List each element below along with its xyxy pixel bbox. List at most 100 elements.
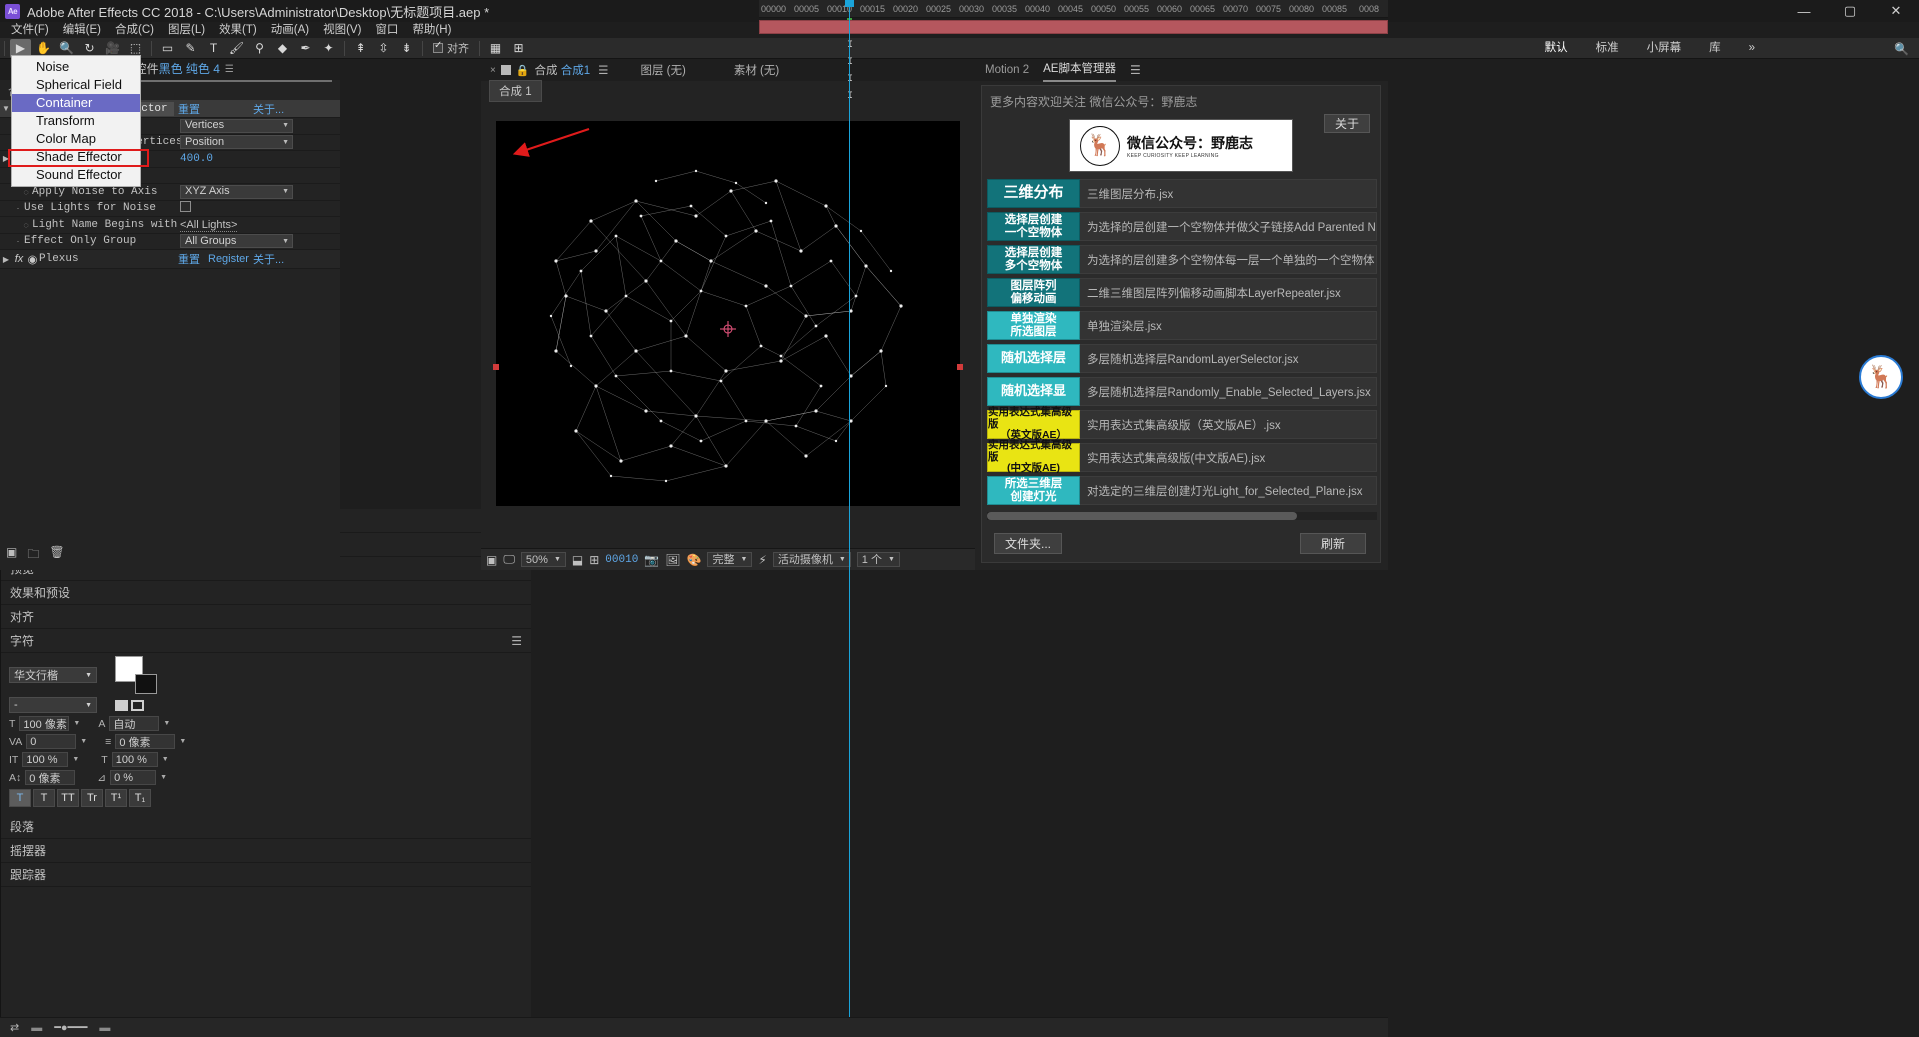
comp-subtab[interactable]: 合成 1: [489, 80, 542, 102]
font-size-field[interactable]: 100 像素: [19, 716, 70, 731]
leading-field[interactable]: 自动: [109, 716, 160, 731]
zoom-level-select[interactable]: 50% ▼: [520, 552, 566, 567]
stroke-color-swatch[interactable]: [135, 674, 157, 694]
chevron-down-icon[interactable]: ▼: [163, 720, 170, 727]
tracking-field[interactable]: 0 像素: [115, 734, 176, 749]
timeline-time-grid[interactable]: 00000 00005 00010 00015 00020 00025 0003…: [759, 0, 1388, 1037]
light-name-value[interactable]: <All Lights>: [180, 218, 238, 232]
panel-menu-icon[interactable]: ☰: [511, 634, 522, 648]
keyframe-marker[interactable]: I: [847, 57, 853, 68]
comp-toggle-transparency-icon[interactable]: ▣: [486, 553, 497, 567]
workspace-small-screen[interactable]: 小屏幕: [1633, 38, 1696, 59]
eraser-tool-icon[interactable]: ◆: [272, 39, 293, 58]
menu-item-shade-effector[interactable]: Shade Effector: [12, 148, 140, 166]
close-button[interactable]: ✕: [1873, 0, 1919, 22]
search-help-icon[interactable]: 🔍: [1894, 42, 1909, 56]
style-button-all-caps[interactable]: TT: [57, 789, 79, 807]
workspace-overflow-icon[interactable]: »: [1735, 38, 1769, 59]
vertical-scale-field[interactable]: 100 %: [22, 752, 69, 767]
tab-composition[interactable]: 合成 合成1: [535, 62, 591, 78]
comp-monitor-icon[interactable]: 🖵: [503, 552, 515, 567]
menu-view[interactable]: 视图(V): [316, 22, 368, 38]
comp-show-snapshot-icon[interactable]: 🖼: [665, 553, 680, 567]
effect-header-row-plexus[interactable]: ▶ fx ◉ Plexus 重置 Register 关于...: [0, 250, 340, 269]
style-button-subscript[interactable]: T₁: [129, 789, 151, 807]
kerning-field[interactable]: 0: [26, 734, 77, 749]
section-paragraph[interactable]: 段落: [1, 815, 531, 839]
quality-select[interactable]: 完整 ▼: [707, 552, 753, 567]
chevron-down-icon[interactable]: ▼: [162, 756, 169, 763]
playhead-handle[interactable]: [845, 0, 854, 7]
chevron-down-icon[interactable]: ▼: [80, 738, 87, 745]
snapping-toggle[interactable]: 对齐: [427, 40, 475, 56]
layer-duration-bar[interactable]: [759, 20, 1388, 34]
current-time-display[interactable]: 00010: [605, 554, 638, 566]
workspace-default[interactable]: 默认: [1531, 38, 1582, 59]
effector-effects-select[interactable]: Vertices ▼: [180, 118, 293, 133]
menu-item-transform[interactable]: Transform: [12, 112, 140, 130]
delete-icon[interactable]: 🗑: [49, 545, 64, 566]
workspace-library[interactable]: 库: [1695, 38, 1735, 59]
snapping-checkbox[interactable]: [433, 40, 443, 53]
minimize-button[interactable]: —: [1781, 0, 1827, 22]
section-effects-presets[interactable]: 效果和预设: [1, 581, 531, 605]
menu-composition[interactable]: 合成(C): [108, 22, 161, 38]
style-button-superscript[interactable]: T¹: [105, 789, 127, 807]
lock-icon[interactable]: 🔒: [516, 64, 530, 77]
close-icon[interactable]: ×: [481, 65, 501, 76]
menu-window[interactable]: 窗口: [368, 22, 405, 38]
comp-channel-icon[interactable]: 🎨: [687, 553, 702, 567]
menu-help[interactable]: 帮助(H): [405, 22, 458, 38]
align-middle-icon[interactable]: ⇳: [373, 39, 394, 58]
menu-effect[interactable]: 效果(T): [212, 22, 264, 38]
effect-reset-link[interactable]: 重置: [178, 251, 200, 267]
menu-item-container[interactable]: Container: [12, 94, 140, 112]
new-comp-icon[interactable]: ▣: [6, 545, 17, 566]
stopwatch-icon[interactable]: ◌: [20, 220, 32, 230]
clone-stamp-tool-icon[interactable]: ⚲: [249, 39, 270, 58]
menu-file[interactable]: 文件(F): [4, 22, 56, 38]
tsume-field[interactable]: 0 %: [110, 770, 157, 785]
zoom-in-icon[interactable]: ▬: [99, 1022, 110, 1034]
effect-about-link[interactable]: 关于...: [253, 251, 284, 267]
toggle-switches-modes-icon[interactable]: ⇄: [10, 1021, 19, 1034]
guides-icon[interactable]: ⊞: [508, 39, 529, 58]
menu-item-color-map[interactable]: Color Map: [12, 130, 140, 148]
keyframe-marker[interactable]: I: [847, 40, 853, 51]
noise-amplitude-value[interactable]: 400.0: [180, 153, 213, 165]
style-button-faux-bold[interactable]: T: [9, 789, 31, 807]
pen-tool-icon[interactable]: ✎: [180, 39, 201, 58]
section-tracker[interactable]: 跟踪器: [1, 863, 531, 887]
zoom-out-icon[interactable]: ▬: [31, 1022, 42, 1034]
style-button-faux-italic[interactable]: T: [33, 789, 55, 807]
horizontal-scale-field[interactable]: 100 %: [111, 752, 158, 767]
panel-menu-icon[interactable]: ☰: [220, 64, 239, 75]
keyframe-marker[interactable]: I: [847, 91, 853, 102]
comp-handle-left[interactable]: [493, 364, 499, 370]
maximize-button[interactable]: ▢: [1827, 0, 1873, 22]
text-color-swatches[interactable]: [115, 656, 157, 694]
menu-layer[interactable]: 图层(L): [161, 22, 212, 38]
puppet-pin-tool-icon[interactable]: ✦: [318, 39, 339, 58]
menu-animation[interactable]: 动画(A): [264, 22, 316, 38]
timeline-zoom-slider[interactable]: ━●━━━: [54, 1021, 87, 1034]
effect-reset-link[interactable]: 重置: [178, 101, 200, 117]
chevron-down-icon[interactable]: ▼: [72, 756, 79, 763]
panel-menu-icon[interactable]: ☰: [590, 63, 616, 77]
comp-grid-icon[interactable]: ⊞: [589, 553, 599, 567]
chevron-down-icon[interactable]: ▼: [73, 720, 80, 727]
folder-icon[interactable]: 🗀: [27, 545, 39, 566]
font-family-select[interactable]: 华文行楷 ▼: [9, 667, 97, 683]
type-tool-icon[interactable]: T: [203, 39, 224, 58]
brush-tool-icon[interactable]: 🖌: [226, 39, 247, 58]
twirl-right-icon[interactable]: ▶: [0, 255, 12, 264]
comp-snapshot-icon[interactable]: 📷: [644, 553, 659, 567]
comp-region-of-interest-icon[interactable]: ⬓: [572, 553, 583, 567]
stroke-icon[interactable]: [131, 699, 144, 711]
chevron-down-icon[interactable]: ▼: [160, 774, 167, 781]
menu-edit[interactable]: 编辑(E): [56, 22, 108, 38]
roto-brush-tool-icon[interactable]: ✒: [295, 39, 316, 58]
align-bottom-icon[interactable]: ⇟: [396, 39, 417, 58]
shape-tool-icon[interactable]: ▭: [157, 39, 178, 58]
tab-layer[interactable]: 图层 (无): [616, 62, 709, 78]
